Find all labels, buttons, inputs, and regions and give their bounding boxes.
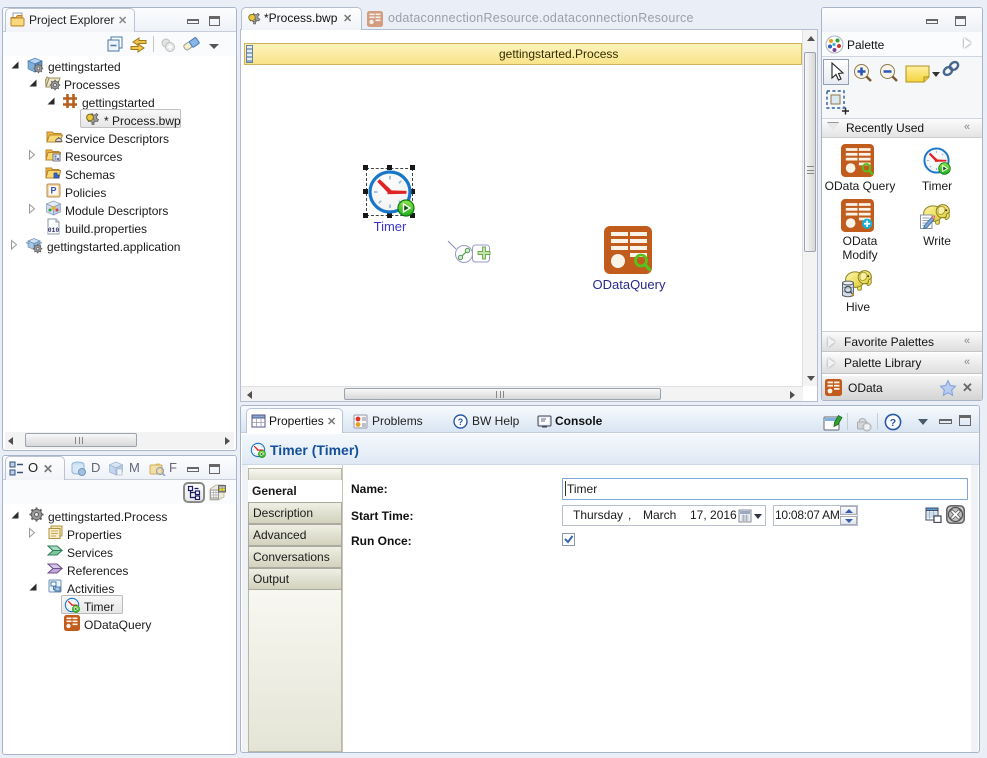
svg-text:?: ?: [890, 417, 896, 429]
svg-text:010: 010: [48, 227, 60, 234]
svg-text:?: ?: [458, 417, 464, 427]
svg-text:P: P: [50, 186, 56, 196]
